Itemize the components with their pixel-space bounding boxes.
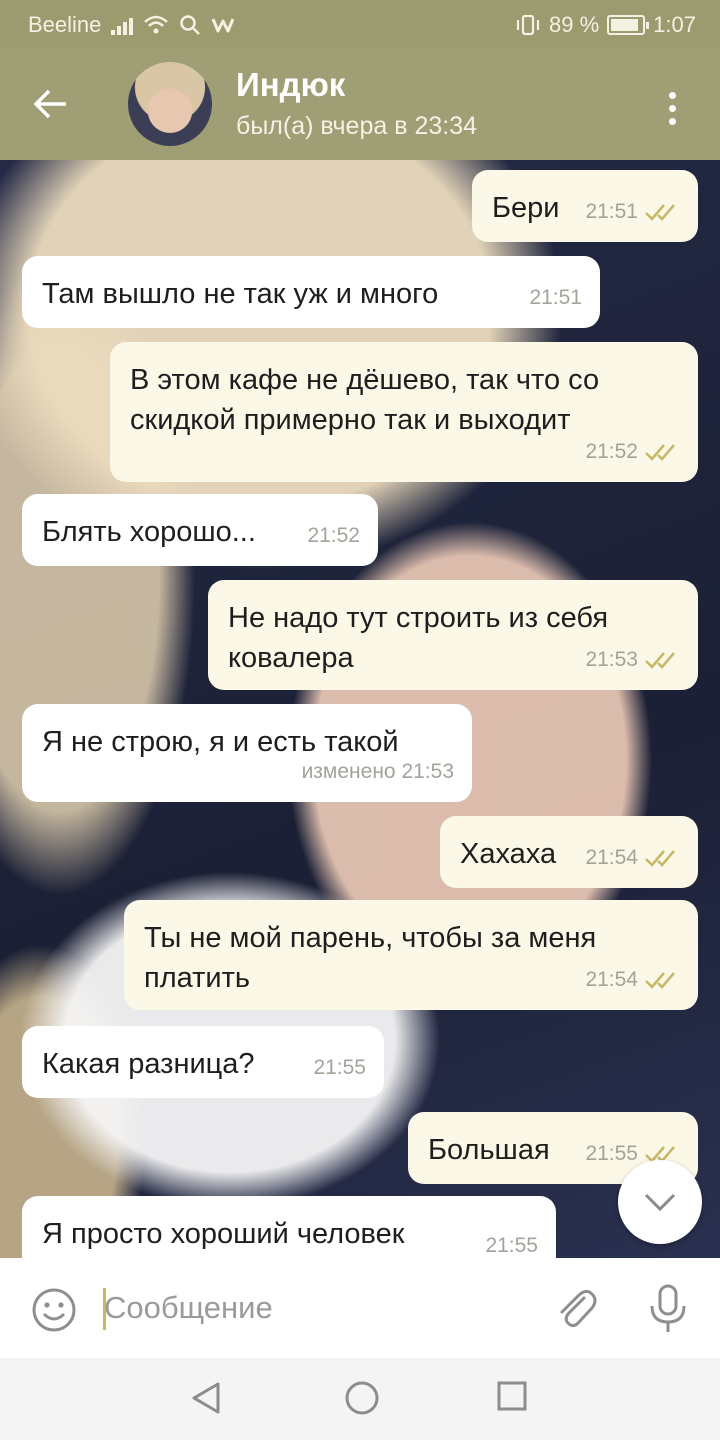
nav-recent-apps-icon[interactable] xyxy=(496,1380,528,1412)
system-nav-bar xyxy=(0,1358,720,1440)
message-time: 21:55 xyxy=(585,1142,638,1165)
message-text: В этом кафе не дёшево, так что со скидко… xyxy=(130,364,600,436)
message-time: изменено 21:53 xyxy=(301,760,454,783)
double-check-icon xyxy=(645,972,675,989)
search-icon xyxy=(180,15,201,35)
last-seen-status: был(а) вчера в 23:34 xyxy=(236,112,478,140)
message-text: Я просто хороший человек xyxy=(42,1218,405,1250)
message-time: 21:55 xyxy=(313,1056,366,1079)
message-text: Там вышло не так уж и много xyxy=(42,278,439,310)
nav-home-icon[interactable] xyxy=(342,1378,382,1418)
message-bubble-incoming[interactable]: Там вышло не так уж и много 21:51 xyxy=(22,256,600,328)
nav-back-icon[interactable] xyxy=(186,1378,226,1418)
message-composer xyxy=(0,1258,720,1358)
message-bubble-outgoing[interactable]: Бери 21:51 xyxy=(472,170,698,242)
chat-area[interactable]: Бери 21:51 Там вышло не так уж и много 2… xyxy=(0,160,720,1258)
more-vertical-icon[interactable] xyxy=(648,84,696,132)
scroll-down-button[interactable] xyxy=(618,1160,702,1244)
battery-icon xyxy=(607,15,650,35)
microphone-icon[interactable] xyxy=(644,1282,692,1334)
back-button[interactable] xyxy=(22,76,78,132)
chat-header: Индюк был(а) вчера в 23:34 xyxy=(0,48,720,160)
arrow-left-icon xyxy=(33,89,66,119)
paperclip-icon[interactable] xyxy=(552,1284,600,1332)
message-bubble-incoming[interactable]: Блять хорошо... 21:52 xyxy=(22,494,378,566)
message-bubble-incoming[interactable]: Я просто хороший человек 21:55 xyxy=(22,1196,556,1258)
message-bubble-outgoing[interactable]: В этом кафе не дёшево, так что со скидко… xyxy=(110,342,698,482)
message-time: 21:53 xyxy=(585,648,638,671)
double-check-icon xyxy=(645,652,675,669)
carrier-label: Beeline xyxy=(28,12,102,37)
message-time: 21:52 xyxy=(585,440,638,463)
wattpad-icon xyxy=(212,18,235,33)
message-bubble-incoming[interactable]: Какая разница? 21:55 xyxy=(22,1026,384,1098)
message-time: 21:52 xyxy=(307,524,360,547)
message-time: 21:51 xyxy=(529,286,582,309)
status-bar: Beeline 89 % 1:07 xyxy=(0,0,720,48)
clock: 1:07 xyxy=(653,12,696,37)
double-check-icon xyxy=(645,850,675,867)
vibrate-icon xyxy=(516,14,540,36)
message-bubble-incoming[interactable]: Я не строю, я и есть такой изменено 21:5… xyxy=(22,704,472,802)
double-check-icon xyxy=(645,444,675,461)
message-time: 21:54 xyxy=(585,968,638,991)
message-bubble-outgoing[interactable]: Не надо тут строить из себя ковалера 21:… xyxy=(208,580,698,690)
chat-title[interactable]: Индюк xyxy=(236,66,345,104)
signal-icon xyxy=(111,15,134,35)
message-bubble-outgoing[interactable]: Хахаха 21:54 xyxy=(440,816,698,888)
message-input[interactable] xyxy=(104,1282,524,1334)
battery-percent: 89 % xyxy=(549,12,600,37)
message-time: 21:54 xyxy=(585,846,638,869)
wifi-icon xyxy=(144,15,169,34)
message-time: 21:55 xyxy=(485,1234,538,1257)
smiley-icon[interactable] xyxy=(30,1286,78,1334)
message-bubble-outgoing[interactable]: Ты не мой парень, чтобы за меня платить … xyxy=(124,900,698,1010)
message-time: 21:51 xyxy=(585,200,638,223)
chevron-down-icon xyxy=(644,1193,676,1212)
avatar[interactable] xyxy=(128,62,212,146)
double-check-icon xyxy=(645,204,675,221)
